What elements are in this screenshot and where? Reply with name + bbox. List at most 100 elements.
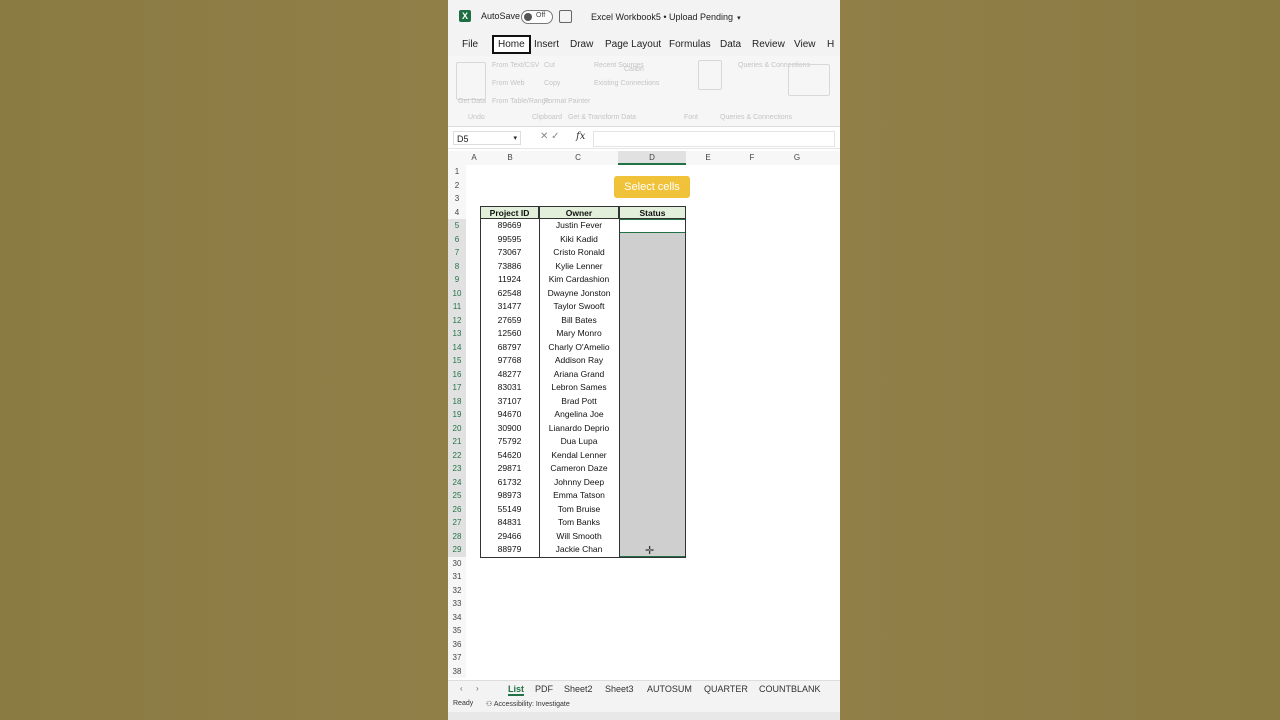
cancel-confirm-icons[interactable]: ✕ ✓ — [540, 131, 560, 142]
sheet-tab-autosum[interactable]: AUTOSUM — [647, 684, 692, 694]
formula-bar: D5 ▾ ✕ ✓ fx — [448, 128, 840, 149]
sheet-tab-countblank[interactable]: COUNTBLANK — [759, 684, 821, 694]
tab-draw[interactable]: Draw — [570, 39, 593, 50]
document-title[interactable]: Excel Workbook5 • Upload Pending ▾ — [591, 12, 741, 22]
sheet-tab-sheet3[interactable]: Sheet3 — [605, 684, 634, 694]
row-header-19[interactable]: 19 — [448, 408, 466, 422]
ribbon-ghost-15: Queries & Connections — [720, 114, 792, 121]
ribbon-ghost-10: Undo — [468, 114, 485, 121]
ribbon-ghost-2: From Table/Range — [492, 98, 550, 105]
autosave-label: AutoSave — [481, 11, 521, 21]
toggle-state: Off — [536, 12, 546, 19]
row-header-25[interactable]: 25 — [448, 489, 466, 503]
row-header-21[interactable]: 21 — [448, 435, 466, 449]
tab-view[interactable]: View — [794, 39, 816, 50]
column-header-g[interactable]: G — [774, 151, 820, 165]
row-header-32[interactable]: 32 — [448, 583, 466, 597]
row-header-29[interactable]: 29 — [448, 543, 466, 557]
ribbon-ghost-4: Copy — [544, 80, 561, 87]
tab-home[interactable]: Home — [492, 35, 531, 54]
tab-scroll-right-icon[interactable]: › — [476, 684, 479, 693]
column-divider — [539, 205, 540, 558]
name-box-value: D5 — [457, 134, 469, 144]
row-header-23[interactable]: 23 — [448, 462, 466, 476]
row-header-10[interactable]: 10 — [448, 286, 466, 300]
row-header-2[interactable]: 2 — [448, 178, 466, 192]
tab-formulas[interactable]: Formulas — [669, 39, 711, 50]
tab-scroll-left-icon[interactable]: ‹ — [460, 684, 463, 693]
row-header-13[interactable]: 13 — [448, 327, 466, 341]
toggle-knob — [524, 13, 532, 21]
row-header-31[interactable]: 31 — [448, 570, 466, 584]
row-header-22[interactable]: 22 — [448, 448, 466, 462]
row-header-28[interactable]: 28 — [448, 529, 466, 543]
row-header-24[interactable]: 24 — [448, 475, 466, 489]
chevron-down-icon: ▾ — [737, 15, 741, 22]
status-bar: Ready ⚇ Accessibility: Investigate — [448, 698, 840, 712]
excel-icon: X — [459, 10, 471, 22]
instruction-callout: Select cells — [614, 176, 690, 198]
row-header-38[interactable]: 38 — [448, 664, 466, 678]
ribbon-ghost-7: Existing Connections — [594, 80, 660, 87]
column-header-f[interactable]: F — [730, 151, 774, 165]
row-header-37[interactable]: 37 — [448, 651, 466, 665]
get-data-icon — [456, 62, 486, 100]
row-header-1[interactable]: 1 — [448, 165, 466, 179]
status-ready: Ready — [453, 700, 474, 707]
row-header-34[interactable]: 34 — [448, 610, 466, 624]
column-header-e[interactable]: E — [686, 151, 730, 165]
document-title-text: Excel Workbook5 • Upload Pending — [591, 12, 734, 22]
row-header-30[interactable]: 30 — [448, 556, 466, 570]
table-border — [480, 205, 686, 558]
select-all-corner[interactable] — [448, 151, 466, 165]
tab-data[interactable]: Data — [720, 39, 741, 50]
tab-page-layout[interactable]: Page Layout — [605, 39, 661, 50]
row-header-26[interactable]: 26 — [448, 502, 466, 516]
row-header-20[interactable]: 20 — [448, 421, 466, 435]
row-header-7[interactable]: 7 — [448, 246, 466, 260]
sheet-tab-quarter[interactable]: QUARTER — [704, 684, 748, 694]
tab-review[interactable]: Review — [752, 39, 785, 50]
name-box[interactable]: D5 ▾ — [453, 131, 521, 145]
ribbon-ghost-3: Cut — [544, 62, 555, 69]
row-header-35[interactable]: 35 — [448, 624, 466, 638]
worksheet-grid[interactable]: Select cells Project ID Owner Status 89669 J… — [466, 165, 840, 680]
tab-file[interactable]: File — [462, 39, 478, 50]
row-header-8[interactable]: 8 — [448, 259, 466, 273]
row-header-15[interactable]: 15 — [448, 354, 466, 368]
row-header-18[interactable]: 18 — [448, 394, 466, 408]
row-header-6[interactable]: 6 — [448, 232, 466, 246]
column-header-d[interactable]: D — [618, 151, 686, 165]
autosave-toggle[interactable]: Off — [521, 10, 553, 24]
column-header-b[interactable]: B — [482, 151, 538, 165]
ribbon-ghost-8: Calibri — [624, 66, 644, 73]
row-header-9[interactable]: 9 — [448, 273, 466, 287]
chevron-down-icon: ▾ — [513, 135, 517, 142]
paste-icon — [698, 60, 722, 90]
formula-input[interactable] — [593, 131, 835, 147]
sheet-tab-sheet2[interactable]: Sheet2 — [564, 684, 593, 694]
row-header-3[interactable]: 3 — [448, 192, 466, 206]
sheet-tab-pdf[interactable]: PDF — [535, 684, 553, 694]
save-icon[interactable] — [559, 10, 572, 23]
row-header-16[interactable]: 16 — [448, 367, 466, 381]
accessibility-status[interactable]: ⚇ Accessibility: Investigate — [486, 700, 570, 708]
row-header-4[interactable]: 4 — [448, 205, 466, 219]
excel-window: X AutoSave Off Excel Workbook5 • Upload … — [448, 0, 840, 720]
row-header-5[interactable]: 5 — [448, 219, 466, 233]
row-header-11[interactable]: 11 — [448, 300, 466, 314]
column-header-c[interactable]: C — [538, 151, 618, 165]
cell-cursor-icon: ✛ — [645, 545, 655, 557]
tab-insert[interactable]: Insert — [534, 39, 559, 50]
sheet-tab-list[interactable]: List — [508, 684, 525, 696]
row-header-36[interactable]: 36 — [448, 637, 466, 651]
row-header-12[interactable]: 12 — [448, 313, 466, 327]
tab-h[interactable]: H — [827, 39, 834, 50]
function-icon[interactable]: fx — [576, 131, 585, 142]
accessibility-icon: ⚇ — [486, 701, 494, 708]
row-header-14[interactable]: 14 — [448, 340, 466, 354]
row-header-27[interactable]: 27 — [448, 516, 466, 530]
row-header-17[interactable]: 17 — [448, 381, 466, 395]
row-header-33[interactable]: 33 — [448, 597, 466, 611]
column-header-a[interactable]: A — [466, 151, 482, 165]
